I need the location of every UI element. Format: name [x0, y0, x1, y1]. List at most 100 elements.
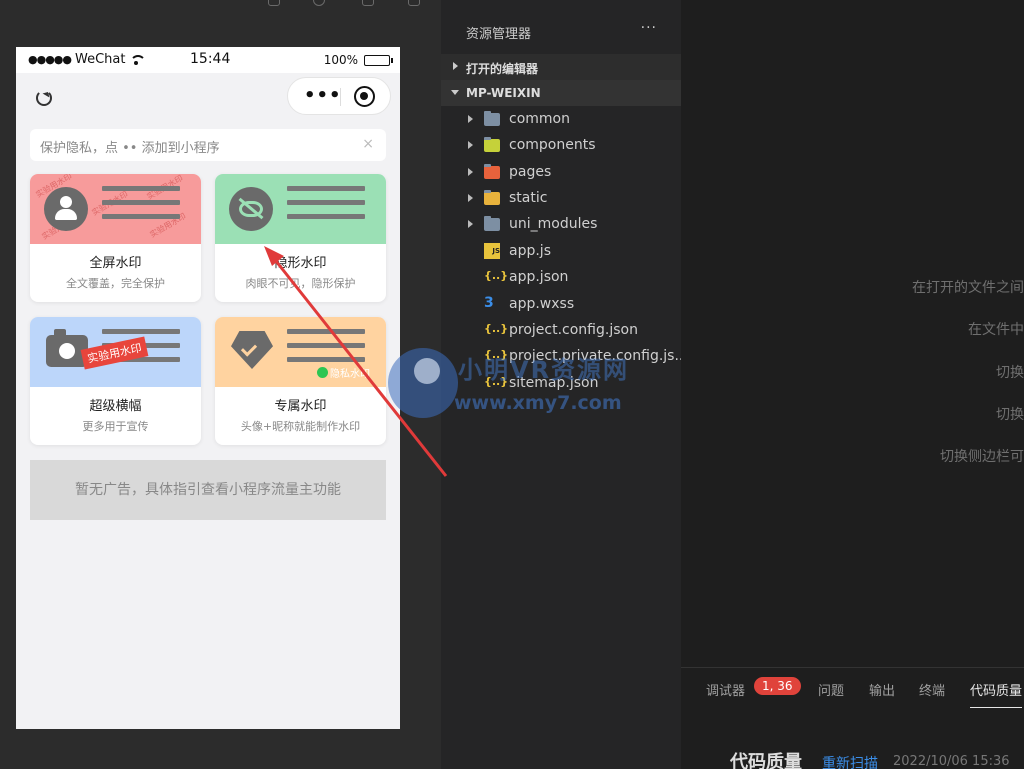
- card-banner: 实验用水印: [30, 317, 201, 387]
- toolbar-icon[interactable]: [268, 0, 280, 6]
- card-subtitle: 头像+昵称就能制作水印: [240, 420, 361, 433]
- folder-icon: [484, 111, 500, 126]
- card-exclusive-watermark[interactable]: 隐私水印 专属水印 头像+昵称就能制作水印: [215, 317, 386, 445]
- card-subtitle: 更多用于宣传: [82, 420, 149, 433]
- lines-icon: [287, 186, 365, 228]
- battery-icon: [364, 54, 393, 66]
- tree-item-pages[interactable]: pages: [441, 160, 681, 186]
- close-target-icon[interactable]: [354, 86, 375, 107]
- json-file-icon: {..}: [484, 322, 509, 335]
- tab-code-quality[interactable]: 代码质量: [970, 680, 1023, 708]
- shortcut-hint: 在打开的文件之间: [912, 280, 1024, 296]
- tab-problems[interactable]: 问题: [818, 680, 844, 699]
- tree-item-label: project.config.json: [509, 322, 638, 338]
- json-file-icon: {..}: [484, 269, 509, 282]
- chevron-right-icon: [468, 168, 477, 176]
- card-banner: [215, 174, 386, 244]
- shortcut-hint: 切换: [996, 365, 1024, 381]
- tree-item-label: components: [509, 137, 596, 153]
- css-file-icon: 3: [484, 295, 494, 311]
- bottom-panel-tabs: 调试器 1, 36 问题 输出 终端 代码质量: [681, 667, 1024, 708]
- card-title: 专属水印: [274, 399, 327, 414]
- menu-capsule: •••: [287, 77, 391, 115]
- js-file-icon: JS: [484, 243, 500, 259]
- project-section[interactable]: MP-WEIXIN: [441, 80, 681, 106]
- tree-item-label: common: [509, 111, 570, 127]
- ad-placeholder: 暂无广告，具体指引查看小程序流量主功能: [30, 460, 386, 520]
- tree-item-label: app.js: [509, 243, 551, 259]
- carrier-label: WeChat: [75, 52, 126, 67]
- folder-icon: [484, 164, 500, 179]
- person-icon: [44, 187, 88, 231]
- wechat-icon: [317, 367, 328, 378]
- tree-item-app-wxss[interactable]: 3 app.wxss: [441, 292, 681, 318]
- tree-item-label: pages: [509, 164, 552, 180]
- chevron-right-icon: [468, 115, 477, 123]
- tab-debugger[interactable]: 调试器: [706, 680, 745, 699]
- card-title: 超级横幅: [89, 399, 142, 414]
- section-label: MP-WEIXIN: [466, 86, 541, 100]
- more-button[interactable]: •••: [304, 85, 342, 106]
- card-subtitle: 全文覆盖，完全保护: [66, 277, 165, 290]
- tree-item-components[interactable]: components: [441, 133, 681, 159]
- code-quality-title: 代码质量: [730, 752, 802, 769]
- tree-item-uni-modules[interactable]: uni_modules: [441, 212, 681, 238]
- section-label: 打开的编辑器: [466, 62, 539, 76]
- privacy-badge-label: 隐私水印: [330, 369, 370, 380]
- card-fullscreen-watermark[interactable]: 实验用水印 实验用水印 实验用水印 实验用水印 实验用水印 全屏水印 全文覆盖，…: [30, 174, 201, 302]
- site-watermark: 小明VR资源网 www.xmy7.com: [388, 344, 648, 424]
- rescan-link[interactable]: 重新扫描: [822, 753, 878, 769]
- tree-item-label: uni_modules: [509, 216, 598, 232]
- chevron-right-icon: [468, 220, 477, 228]
- wifi-icon: [129, 54, 147, 65]
- simulator-toolbar: [0, 0, 441, 10]
- chevron-down-icon: [451, 90, 459, 99]
- tree-item-common[interactable]: common: [441, 107, 681, 133]
- explorer-title: 资源管理器: [466, 27, 532, 42]
- card-invisible-watermark[interactable]: 隐形水印 肉眼不可见，隐形保护: [215, 174, 386, 302]
- tab-terminal[interactable]: 终端: [919, 680, 945, 699]
- privacy-badge: 隐私水印: [317, 365, 370, 380]
- status-time: 15:44: [190, 51, 231, 67]
- chevron-right-icon: [468, 194, 477, 202]
- tip-close-button[interactable]: ×: [362, 136, 374, 152]
- shortcut-hint: 切换: [996, 407, 1024, 423]
- toolbar-icon[interactable]: [313, 0, 325, 6]
- card-title: 全屏水印: [89, 256, 142, 271]
- card-banner: 实验用水印 实验用水印 实验用水印 实验用水印 实验用水印: [30, 174, 201, 244]
- open-editors-section[interactable]: 打开的编辑器: [441, 54, 681, 80]
- watermark-url-text: www.xmy7.com: [454, 392, 622, 414]
- tip-text: 保护隐私，点 •• 添加到小程序: [40, 141, 220, 156]
- add-to-miniprogram-tip: 保护隐私，点 •• 添加到小程序 ×: [30, 129, 386, 161]
- chevron-right-icon: [453, 62, 462, 70]
- error-count-badge: 1, 36: [754, 677, 801, 695]
- tree-item-project-config[interactable]: {..} project.config.json: [441, 318, 681, 344]
- card-subtitle: 肉眼不可见，隐形保护: [245, 277, 356, 290]
- more-actions-button[interactable]: ···: [641, 20, 657, 36]
- chevron-right-icon: [468, 141, 477, 149]
- scan-timestamp: 2022/10/06 15:36: [893, 754, 1010, 769]
- refresh-icon[interactable]: [36, 90, 52, 106]
- shortcut-hint: 在文件中: [968, 322, 1024, 338]
- folder-icon: [484, 190, 500, 205]
- tab-output[interactable]: 输出: [869, 680, 895, 699]
- card-banner: 隐私水印: [215, 317, 386, 387]
- shortcut-hint: 切换侧边栏可: [940, 449, 1024, 465]
- folder-icon: [484, 137, 500, 152]
- phone-screen: ●●●●● WeChat 15:44 100% ••• 保护隐私，点 •• 添加…: [16, 47, 400, 729]
- tree-item-label: app.wxss: [509, 296, 575, 312]
- nav-bar: •••: [16, 73, 400, 125]
- watermark-cn-text: 小明VR资源网: [458, 356, 630, 384]
- status-bar: ●●●●● WeChat 15:44 100%: [16, 47, 400, 73]
- tree-item-label: app.json: [509, 269, 569, 285]
- signal-dots-icon: ●●●●●: [28, 53, 72, 66]
- tree-item-app-json[interactable]: {..} app.json: [441, 265, 681, 291]
- card-super-banner[interactable]: 实验用水印 超级横幅 更多用于宣传: [30, 317, 201, 445]
- toolbar-icon[interactable]: [362, 0, 374, 6]
- tree-item-static[interactable]: static: [441, 186, 681, 212]
- toolbar-icon[interactable]: [408, 0, 420, 6]
- eye-slash-icon: [229, 187, 273, 231]
- battery-percent: 100%: [323, 53, 358, 67]
- watermark-logo-icon: [388, 348, 458, 418]
- tree-item-app-js[interactable]: JS app.js: [441, 239, 681, 265]
